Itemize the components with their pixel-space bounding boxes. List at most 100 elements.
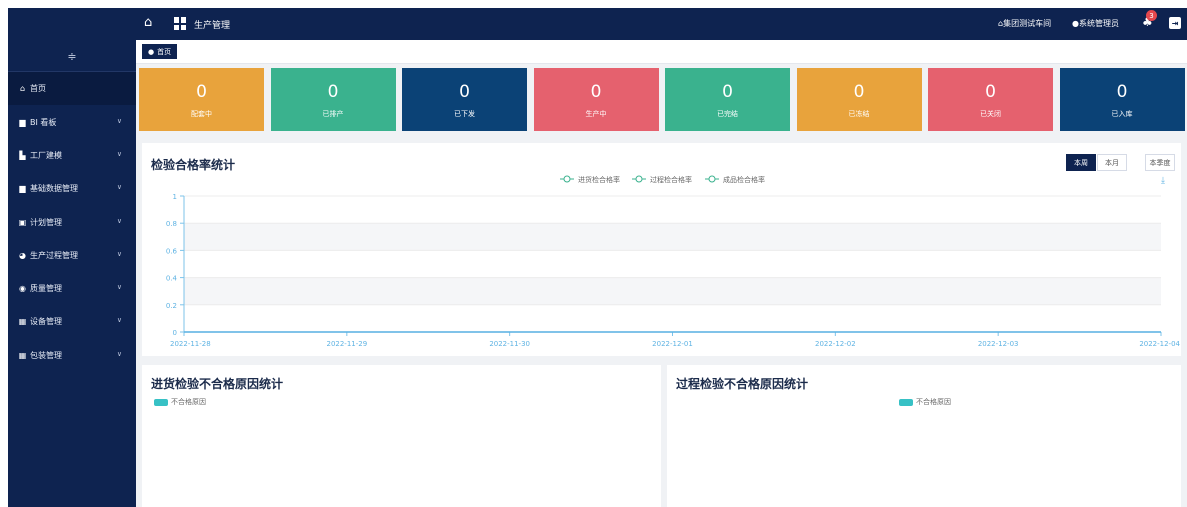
top-border (0, 0, 1187, 8)
stat-card[interactable]: 0 已入库 (1059, 68, 1185, 131)
stat-label: 已下发 (454, 110, 475, 118)
sliders-icon: ≑ (67, 50, 77, 63)
stat-card[interactable]: 0 已完结 (665, 68, 790, 131)
sidebar-item-label: 质量管理 (30, 284, 62, 293)
x-tick-label: 2022-11-30 (489, 340, 530, 348)
grid-band (184, 223, 1161, 251)
stat-value: 0 (722, 82, 733, 102)
y-tick-label: 1 (173, 193, 177, 201)
home-icon: ⌂ (19, 84, 26, 93)
y-tick-label: 0.2 (166, 302, 177, 310)
main-content: ● 首页 0 配套中 0 已排产 0 已下发 0 生产中 0 已完结 0 已冻结 0 已关闭 0 已入库 检验合… (136, 40, 1187, 507)
y-tick-label: 0.6 (166, 247, 178, 255)
sidebar-item-label: 生产过程管理 (30, 251, 78, 260)
panel-title: 进货检验不合格原因统计 (151, 377, 284, 391)
modules-grid-icon[interactable] (174, 17, 187, 30)
sidebar-item-label: 工厂建模 (30, 151, 62, 160)
legend-marker[interactable] (635, 175, 643, 183)
sidebar-item-3[interactable]: ▆ 基础数据管理 ∨ (8, 172, 136, 205)
x-tick-label: 2022-12-03 (978, 340, 1019, 348)
x-tick-label: 2022-11-29 (326, 340, 367, 348)
factory-icon: ▙ (19, 151, 26, 160)
stat-value: 0 (459, 82, 470, 102)
stat-card[interactable]: 0 配套中 (139, 68, 264, 131)
chart-legend[interactable]: 不合格原因 (154, 397, 206, 407)
x-tick-label: 2022-12-01 (652, 340, 693, 348)
stat-card[interactable]: 0 已下发 (402, 68, 527, 131)
legend-label[interactable]: 成品检合格率 (723, 175, 765, 184)
x-tick-label: 2022-12-02 (815, 340, 856, 348)
stat-value: 0 (985, 82, 996, 102)
folder-icon: ▆ (19, 118, 26, 127)
legend-label[interactable]: 过程检合格率 (650, 175, 692, 184)
legend-label[interactable]: 进货检合格率 (578, 175, 620, 184)
sidebar-collapse-toggle[interactable]: ≑ (8, 42, 136, 72)
legend-marker[interactable] (563, 175, 571, 183)
sidebar-item-6[interactable]: ◉ 质量管理 ∨ (8, 272, 136, 305)
chevron-down-icon: ∨ (116, 350, 122, 358)
sidebar-item-label: 计划管理 (30, 218, 62, 227)
module-title: 生产管理 (194, 21, 231, 31)
grid-icon: ▦ (18, 317, 27, 326)
chevron-down-icon: ∨ (116, 217, 122, 225)
pie-icon: ◕ (19, 251, 26, 260)
incoming-defect-panel: 进货检验不合格原因统计 不合格原因 (142, 365, 661, 507)
top-bar: ⌂ 生产管理 ⌂集团测试车间 ●系统管理员 ♣ 3 ⇥ (136, 8, 1187, 40)
stat-label: 已入库 (1111, 110, 1133, 118)
quality-rate-panel: 检验合格率统计 本周 本月 本季度 ⤓ 0 0.2 0.4 0.6 0.8 1 2022-11-… (142, 143, 1181, 356)
y-tick-label: 0.8 (166, 220, 177, 228)
sidebar-item-8[interactable]: ▦ 包装管理 ∨ (8, 339, 136, 372)
stat-label: 生产中 (585, 110, 607, 118)
x-tick-label: 2022-12-04 (1139, 340, 1180, 348)
stat-card[interactable]: 0 生产中 (533, 68, 659, 131)
legend-swatch (154, 398, 168, 406)
stat-value: 0 (1116, 82, 1128, 102)
chart-legend[interactable]: 不合格原因 (899, 397, 951, 407)
stat-card[interactable]: 0 已排产 (270, 68, 396, 131)
folder-icon: ▆ (19, 184, 26, 193)
tab-strip: ● 首页 (136, 40, 1187, 64)
x-tick-label: 2022-11-28 (170, 340, 211, 348)
sidebar-item-1[interactable]: ▆ BI 看板 ∨ (8, 106, 136, 139)
legend-swatch (899, 398, 913, 406)
stat-label: 已完结 (717, 110, 738, 118)
user-icon: ● (1072, 19, 1079, 28)
sidebar-item-2[interactable]: ▙ 工厂建模 ∨ (8, 139, 136, 172)
workshop-selector[interactable]: ⌂集团测试车间 (998, 18, 1051, 29)
stat-label: 已冻结 (848, 110, 870, 118)
stat-value: 0 (327, 82, 339, 102)
chevron-down-icon: ∨ (116, 250, 122, 258)
chevron-down-icon: ∨ (116, 183, 122, 191)
sidebar: ≑ ⌂ 首页 ▆ BI 看板 ∨ ▙ 工厂建模 ∨ ▆ 基础数据管理 ∨ ▣ 计划管理 ∨ ◕ 生产过程管理 ∨… (8, 8, 136, 507)
sidebar-item-7[interactable]: ▦ 设备管理 ∨ (8, 305, 136, 338)
y-tick-label: 0.4 (166, 275, 178, 283)
sidebar-item-label: 设备管理 (30, 317, 62, 326)
sidebar-item-0[interactable]: ⌂ 首页 (8, 72, 136, 105)
chevron-down-icon: ∨ (116, 150, 122, 158)
sidebar-item-label: 包装管理 (30, 351, 62, 360)
logout-icon[interactable]: ⇥ (1169, 17, 1181, 29)
stat-value: 0 (196, 82, 207, 102)
stat-card[interactable]: 0 已关闭 (928, 68, 1053, 131)
sidebar-item-5[interactable]: ◕ 生产过程管理 ∨ (8, 239, 136, 272)
shield-icon: ◉ (19, 284, 26, 293)
sidebar-item-label: BI 看板 (30, 118, 57, 127)
chevron-down-icon: ∨ (116, 117, 122, 125)
user-menu[interactable]: ●系统管理员 (1072, 18, 1119, 29)
stat-label: 配套中 (191, 110, 212, 118)
sidebar-item-label: 首页 (30, 84, 46, 93)
stat-value: 0 (590, 82, 602, 102)
chevron-down-icon: ∨ (116, 316, 122, 324)
tab-home[interactable]: ● 首页 (142, 44, 178, 59)
sidebar-item-4[interactable]: ▣ 计划管理 ∨ (8, 206, 136, 239)
notification-badge: 3 (1146, 10, 1157, 21)
home-icon[interactable]: ⌂ (144, 15, 152, 30)
panel-title: 过程检验不合格原因统计 (676, 377, 809, 391)
grid-band (184, 277, 1161, 305)
stat-card[interactable]: 0 已冻结 (796, 68, 922, 131)
legend-marker[interactable] (708, 175, 716, 183)
stat-label: 已排产 (322, 110, 344, 118)
dot-icon: ● (148, 47, 155, 56)
y-tick-label: 0 (173, 329, 177, 337)
process-defect-panel: 过程检验不合格原因统计 不合格原因 (667, 365, 1181, 507)
